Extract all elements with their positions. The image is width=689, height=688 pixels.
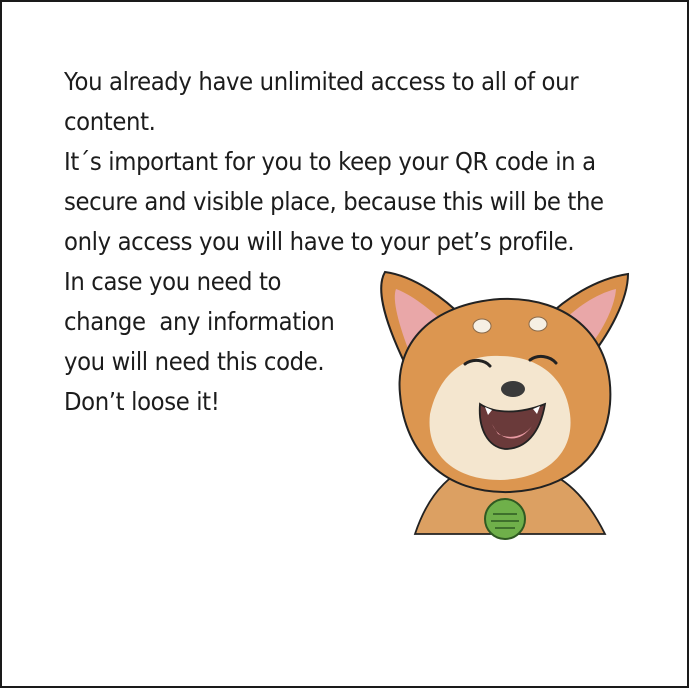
message-line: It´s important for you to keep your QR c… <box>64 147 596 176</box>
message-line: only access you will have to your pet’s … <box>64 227 575 256</box>
message-line: content. <box>64 107 156 136</box>
message-line: secure and visible place, because this w… <box>64 187 604 216</box>
collar-tag <box>484 498 526 540</box>
shiba-dog-illustration <box>380 270 630 540</box>
card-frame: You already have unlimited access to all… <box>0 0 689 688</box>
message-line: You already have unlimited access to all… <box>64 67 579 96</box>
